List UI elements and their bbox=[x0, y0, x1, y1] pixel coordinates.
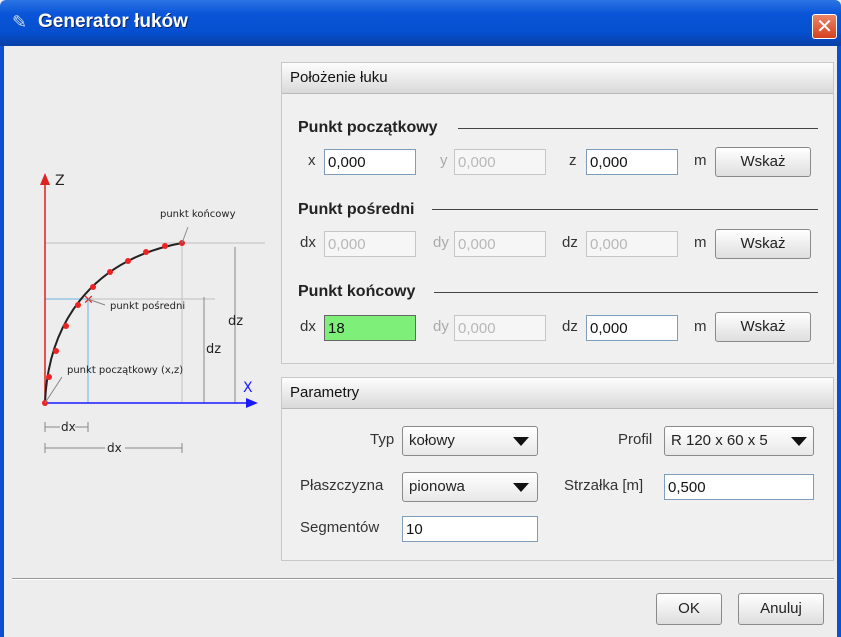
end-point-title: Punkt końcowy bbox=[298, 283, 416, 300]
mid-point-separator bbox=[432, 209, 818, 210]
mid-dy-input: 0,000 bbox=[454, 231, 546, 257]
plane-select-value: pionowa bbox=[409, 478, 465, 495]
app-icon: ✎ bbox=[12, 12, 28, 33]
mid-dz-input: 0,000 bbox=[586, 231, 678, 257]
start-y-input: 0,000 bbox=[454, 149, 546, 175]
mid-dx-input: 0,000 bbox=[324, 231, 416, 257]
mid-unit-label: m bbox=[694, 234, 707, 251]
close-button[interactable]: ✕ bbox=[812, 14, 837, 39]
z-axis-arrow bbox=[40, 173, 50, 185]
x-axis-arrow bbox=[246, 398, 258, 408]
mid-dy-label: dy bbox=[433, 234, 449, 251]
arc-points bbox=[42, 240, 185, 406]
position-group: Położenie łuku Punkt początkowy x 0,000 … bbox=[281, 62, 834, 364]
arc-point bbox=[107, 269, 113, 275]
mid-point-title: Punkt pośredni bbox=[298, 201, 415, 218]
start-pick-button[interactable]: Wskaż bbox=[715, 147, 811, 177]
label-dz-outer: dz bbox=[228, 314, 243, 329]
arc-point bbox=[125, 258, 131, 264]
start-point-title: Punkt początkowy bbox=[298, 119, 438, 136]
x-axis-label: X bbox=[243, 380, 253, 396]
end-dy-label: dy bbox=[433, 318, 449, 335]
arc-diagram: dz dz Z X ✕ punkt końcowy punkt pośredni… bbox=[40, 173, 265, 455]
start-x-label: x bbox=[308, 152, 316, 169]
type-select-value: kołowy bbox=[409, 432, 455, 449]
plane-label: Płaszczyzna bbox=[300, 477, 384, 494]
z-axis-label: Z bbox=[55, 173, 65, 189]
mid-pick-button[interactable]: Wskaż bbox=[715, 229, 811, 259]
end-dx-input[interactable]: 18 bbox=[324, 315, 416, 341]
end-dx-label: dx bbox=[300, 318, 316, 335]
mid-dz-label: dz bbox=[562, 234, 578, 251]
close-icon: ✕ bbox=[816, 14, 833, 38]
arc-curve bbox=[44, 242, 183, 404]
plane-select[interactable]: pionowa bbox=[402, 472, 538, 502]
params-group: Parametry Typ kołowy Profil R 120 x 60 x… bbox=[281, 377, 834, 561]
profile-label: Profil bbox=[618, 431, 653, 448]
label-dz-inner: dz bbox=[206, 342, 221, 357]
end-dz-input[interactable]: 0,000 bbox=[586, 315, 678, 341]
end-pick-button[interactable]: Wskaż bbox=[715, 312, 811, 342]
sagitta-input[interactable]: 0,500 bbox=[664, 474, 814, 500]
end-dz-label: dz bbox=[562, 318, 578, 335]
params-group-header: Parametry bbox=[282, 378, 833, 409]
label-mid-point: punkt pośredni bbox=[110, 300, 185, 312]
arc-point bbox=[75, 302, 81, 308]
end-point-separator bbox=[434, 292, 818, 293]
arc-point bbox=[63, 323, 69, 329]
start-z-label: z bbox=[569, 152, 577, 169]
start-x-input[interactable]: 0,000 bbox=[324, 149, 416, 175]
start-unit-label: m bbox=[694, 152, 707, 169]
sagitta-label: Strzałka [m] bbox=[564, 477, 644, 494]
end-unit-label: m bbox=[694, 318, 707, 335]
end-dy-input: 0,000 bbox=[454, 315, 546, 341]
arc-point bbox=[53, 348, 59, 354]
chevron-down-icon bbox=[513, 483, 529, 492]
label-dx-long: dx bbox=[107, 441, 122, 455]
start-y-label: y bbox=[440, 152, 448, 169]
mid-dx-label: dx bbox=[300, 234, 316, 251]
title-bar[interactable]: ✎ Generator łuków ✕ bbox=[0, 0, 841, 46]
ok-button[interactable]: OK bbox=[656, 593, 722, 625]
window-frame-right bbox=[837, 46, 841, 637]
type-label: Typ bbox=[370, 431, 395, 448]
arc-point bbox=[143, 249, 149, 255]
label-start-point: punkt początkowy (x,z) bbox=[67, 365, 183, 376]
type-select[interactable]: kołowy bbox=[402, 426, 538, 456]
profile-select-value: R 120 x 60 x 5 bbox=[671, 432, 768, 449]
position-group-header: Położenie łuku bbox=[282, 63, 833, 94]
label-dx-short: dx bbox=[61, 420, 76, 434]
label-end-point: punkt końcowy bbox=[160, 208, 236, 220]
chevron-down-icon bbox=[791, 437, 807, 446]
arc-point bbox=[162, 243, 168, 249]
chevron-down-icon bbox=[513, 437, 529, 446]
arc-point bbox=[90, 284, 96, 290]
footer-divider-highlight bbox=[12, 579, 834, 580]
end-label-leader bbox=[181, 226, 189, 244]
segments-input[interactable]: 10 bbox=[402, 516, 538, 542]
window-frame-left bbox=[0, 46, 4, 637]
start-point-separator bbox=[458, 128, 818, 129]
window-title: Generator łuków bbox=[38, 11, 188, 32]
segments-label: Segmentów bbox=[300, 519, 380, 536]
cancel-button[interactable]: Anuluj bbox=[738, 593, 824, 625]
arc-point bbox=[46, 374, 52, 380]
profile-select[interactable]: R 120 x 60 x 5 bbox=[664, 426, 814, 456]
start-z-input[interactable]: 0,000 bbox=[586, 149, 678, 175]
dialog-window: ✎ Generator łuków ✕ dz dz Z X ✕ punkt ko… bbox=[0, 0, 841, 637]
